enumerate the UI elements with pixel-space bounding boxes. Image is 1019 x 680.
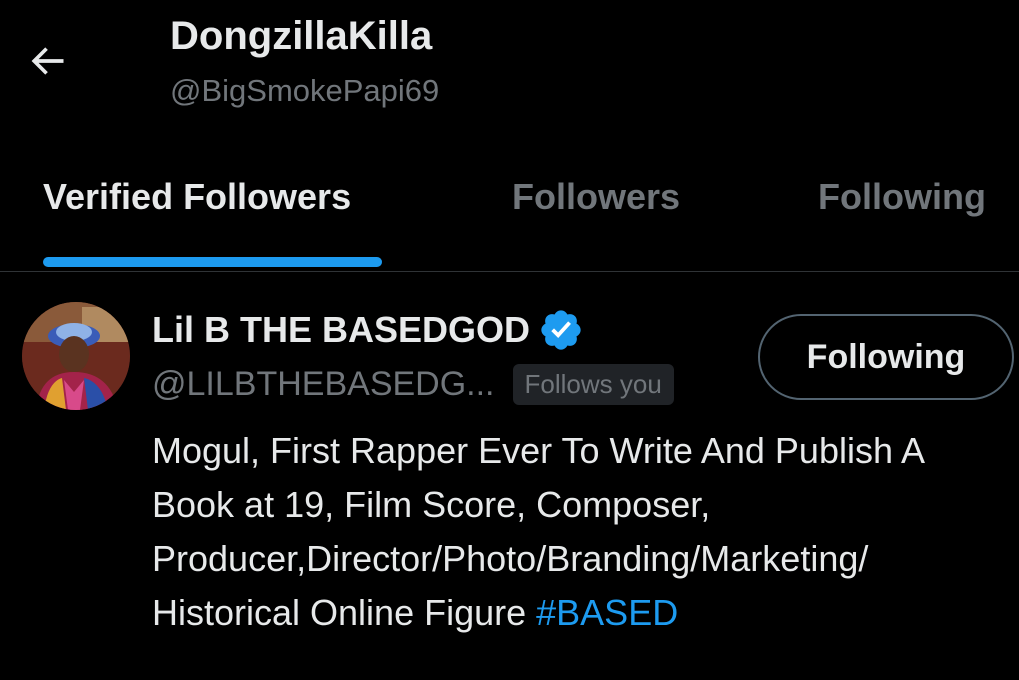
user-handle[interactable]: @LILBTHEBASEDG...: [152, 365, 495, 404]
verified-badge-icon: [541, 310, 581, 350]
profile-handle: @BigSmokePapi69: [170, 73, 440, 108]
follows-you-badge: Follows you: [512, 363, 674, 405]
user-bio: Mogul, First Rapper Ever To Write And Pu…: [152, 424, 1012, 640]
user-cell[interactable]: Lil B THE BASEDGOD @LILBTHEBASEDG... Fol…: [0, 272, 1019, 680]
tab-following[interactable]: Following: [818, 176, 986, 218]
user-name-row: Lil B THE BASEDGOD: [152, 308, 584, 352]
avatar[interactable]: [22, 302, 130, 410]
arrow-left-icon: [31, 47, 64, 75]
tab-bar: Verified Followers Followers Following: [0, 168, 1019, 272]
following-button[interactable]: Following: [758, 314, 1014, 400]
avatar-image: [22, 302, 130, 410]
user-name[interactable]: Lil B THE BASEDGOD: [152, 309, 530, 351]
user-handle-row: @LILBTHEBASEDG... Follows you: [152, 362, 674, 406]
bio-hashtag-link[interactable]: #BASED: [536, 592, 678, 633]
tab-verified-followers[interactable]: Verified Followers: [43, 176, 351, 218]
back-button[interactable]: [22, 38, 72, 84]
active-tab-indicator: [43, 257, 382, 267]
tab-followers[interactable]: Followers: [512, 176, 680, 218]
profile-display-name: DongzillaKilla: [170, 14, 433, 58]
